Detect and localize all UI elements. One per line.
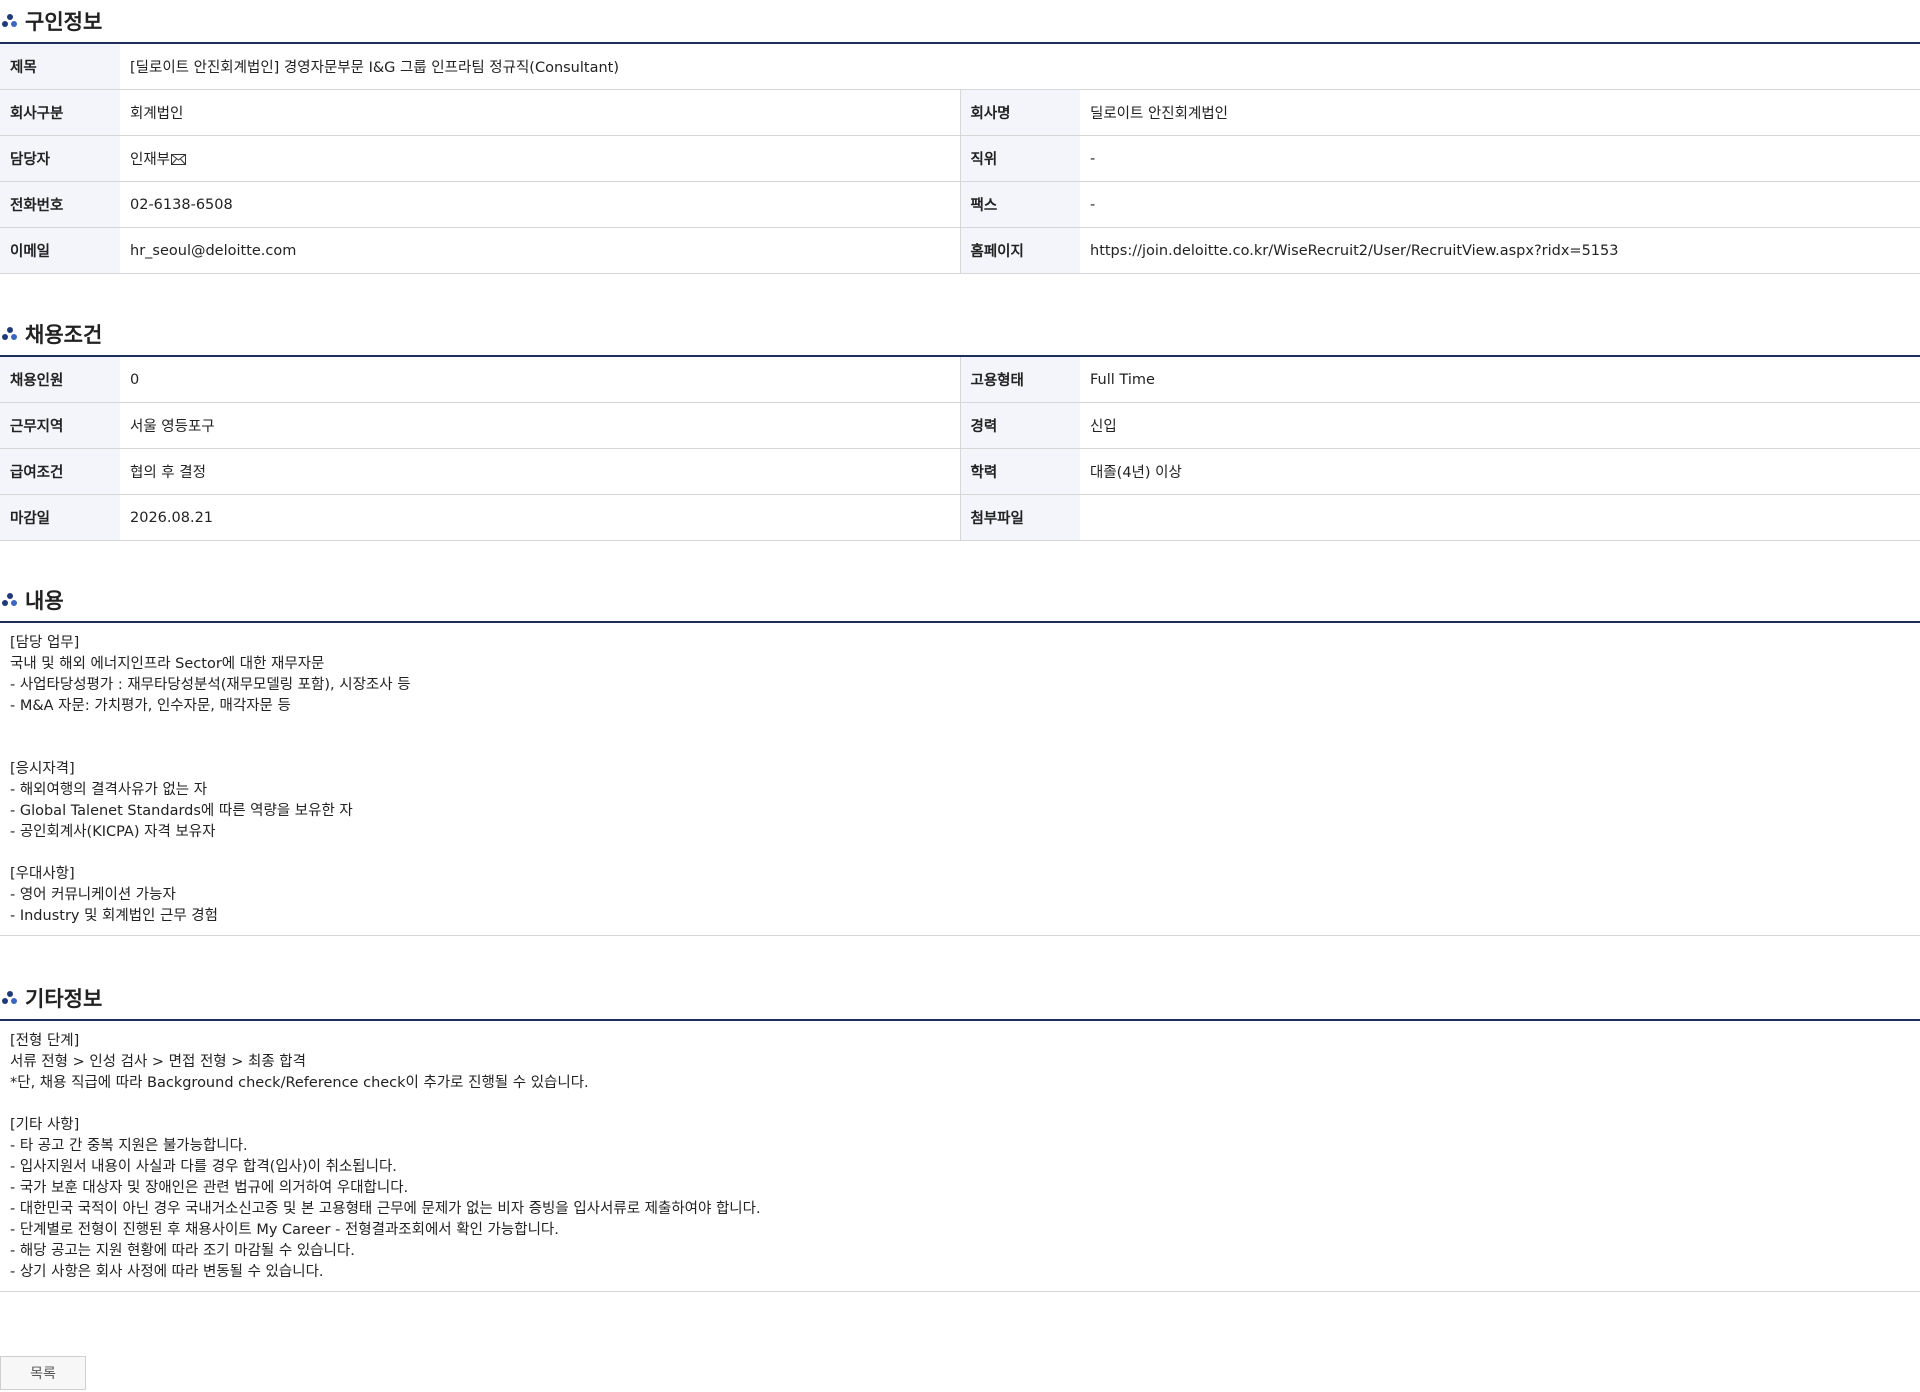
content-line: [담당 업무] [10, 635, 80, 651]
content-line: - 해외여행의 결격사유가 없는 자 [10, 782, 208, 798]
dots-bullet-icon [2, 14, 18, 28]
table-row: 채용인원 0 고용형태 Full Time [0, 357, 1920, 403]
contact-value: 인재부 [130, 152, 171, 168]
headcount-value: 0 [120, 357, 960, 403]
content-header: 내용 [0, 579, 1920, 623]
label-cell: 경력 [959, 402, 1080, 449]
content-line: - 사업타당성평가 : 재무타당성분석(재무모델링 포함), 시장조사 등 [10, 677, 411, 693]
deadline-value: 2026.08.21 [120, 494, 960, 541]
attachment-value [1080, 494, 1920, 541]
label-cell: 팩스 [959, 181, 1080, 228]
company-name-value: 딜로이트 안진회계법인 [1080, 89, 1920, 136]
etc-header: 기타정보 [0, 977, 1920, 1021]
table-row: 마감일 2026.08.21 첨부파일 [0, 494, 1920, 541]
conditions-header: 채용조건 [0, 313, 1920, 357]
education-value: 대졸(4년) 이상 [1080, 448, 1920, 495]
content-line: - M&A 자문: 가치평가, 인수자문, 매각자문 등 [10, 698, 291, 714]
etc-line: - 입사지원서 내용이 사실과 다를 경우 합격(입사)이 취소됩니다. [10, 1159, 397, 1175]
email-value: hr_seoul@deloitte.com [120, 227, 960, 274]
experience-value: 신입 [1080, 402, 1920, 449]
section-title: 내용 [25, 589, 64, 613]
section-title: 채용조건 [25, 323, 103, 347]
label-cell: 이메일 [0, 227, 120, 274]
table-row: 담당자 인재부 직위 - [0, 135, 1920, 182]
table-row: 이메일 hr_seoul@deloitte.com 홈페이지 https://j… [0, 227, 1920, 274]
fax-value: - [1080, 181, 1920, 228]
etc-line: [기타 사항] [10, 1117, 80, 1133]
etc-section: 기타정보 [전형 단계] 서류 전형 > 인성 검사 > 면접 전형 > 최종 … [0, 977, 1920, 1292]
label-cell: 직위 [959, 135, 1080, 182]
company-type-value: 회계법인 [120, 89, 960, 136]
section-title: 구인정보 [25, 10, 103, 34]
label-cell: 근무지역 [0, 402, 120, 449]
label-cell: 제목 [0, 44, 120, 90]
content-line: 국내 및 해외 에너지인프라 Sector에 대한 재무자문 [10, 656, 325, 672]
employment-type-value: Full Time [1080, 357, 1920, 403]
label-cell: 담당자 [0, 135, 120, 182]
list-button[interactable]: 목록 [0, 1356, 86, 1390]
label-cell: 학력 [959, 448, 1080, 495]
salary-value: 협의 후 결정 [120, 448, 960, 495]
etc-line: *단, 채용 직급에 따라 Background check/Reference… [10, 1075, 589, 1091]
etc-line: - 국가 보훈 대상자 및 장애인은 관련 법규에 의거하여 우대합니다. [10, 1180, 409, 1196]
content-body: [담당 업무] 국내 및 해외 에너지인프라 Sector에 대한 재무자문 -… [0, 623, 1920, 936]
label-cell: 마감일 [0, 494, 120, 541]
content-line [10, 843, 1910, 864]
table-row: 근무지역 서울 영등포구 경력 신입 [0, 402, 1920, 449]
dots-bullet-icon [2, 327, 18, 341]
etc-line [10, 1094, 1910, 1115]
dots-bullet-icon [2, 593, 18, 607]
label-cell: 급여조건 [0, 448, 120, 495]
recruit-info-section: 구인정보 제목 [딜로이트 안진회계법인] 경영자문부문 I&G 그룹 인프라팀… [0, 0, 1920, 274]
content-line [10, 738, 1910, 759]
label-cell: 전화번호 [0, 181, 120, 228]
section-title: 기타정보 [25, 987, 103, 1011]
etc-line: 서류 전형 > 인성 검사 > 면접 전형 > 최종 합격 [10, 1054, 306, 1070]
etc-body: [전형 단계] 서류 전형 > 인성 검사 > 면접 전형 > 최종 합격 *단… [0, 1021, 1920, 1292]
table-row: 제목 [딜로이트 안진회계법인] 경영자문부문 I&G 그룹 인프라팀 정규직(… [0, 44, 1920, 90]
mail-icon[interactable] [171, 153, 187, 165]
homepage-link[interactable]: https://join.deloitte.co.kr/WiseRecruit2… [1080, 227, 1920, 274]
contact-cell: 인재부 [120, 135, 960, 182]
label-cell: 첨부파일 [959, 494, 1080, 541]
table-row: 전화번호 02-6138-6508 팩스 - [0, 181, 1920, 228]
recruit-info-header: 구인정보 [0, 0, 1920, 44]
etc-line: - 타 공고 간 중복 지원은 불가능합니다. [10, 1138, 248, 1154]
location-value: 서울 영등포구 [120, 402, 960, 449]
recruit-info-table: 제목 [딜로이트 안진회계법인] 경영자문부문 I&G 그룹 인프라팀 정규직(… [0, 44, 1920, 274]
content-line: [응시자격] [10, 761, 75, 777]
content-line: - Industry 및 회계법인 근무 경험 [10, 908, 218, 924]
content-section: 내용 [담당 업무] 국내 및 해외 에너지인프라 Sector에 대한 재무자… [0, 579, 1920, 936]
etc-line: [전형 단계] [10, 1033, 80, 1049]
position-value: - [1080, 135, 1920, 182]
dots-bullet-icon [2, 991, 18, 1005]
etc-line: - 대한민국 국적이 아닌 경우 국내거소신고증 및 본 고용형태 근무에 문제… [10, 1201, 761, 1217]
content-line: - 영어 커뮤니케이션 가능자 [10, 887, 176, 903]
label-cell: 채용인원 [0, 357, 120, 403]
content-line: - Global Talenet Standards에 따른 역량을 보유한 자 [10, 803, 353, 819]
content-line: - 공인회계사(KICPA) 자격 보유자 [10, 824, 216, 840]
phone-value: 02-6138-6508 [120, 181, 960, 228]
content-line [10, 717, 1910, 738]
label-cell: 홈페이지 [959, 227, 1080, 274]
table-row: 회사구분 회계법인 회사명 딜로이트 안진회계법인 [0, 89, 1920, 136]
conditions-table: 채용인원 0 고용형태 Full Time 근무지역 서울 영등포구 경력 신입… [0, 357, 1920, 541]
job-title-value: [딜로이트 안진회계법인] 경영자문부문 I&G 그룹 인프라팀 정규직(Con… [120, 44, 1920, 90]
label-cell: 고용형태 [959, 357, 1080, 403]
etc-line: - 단계별로 전형이 진행된 후 채용사이트 My Career - 전형결과조… [10, 1222, 559, 1238]
label-cell: 회사구분 [0, 89, 120, 136]
etc-line: - 해당 공고는 지원 현황에 따라 조기 마감될 수 있습니다. [10, 1243, 355, 1259]
label-cell: 회사명 [959, 89, 1080, 136]
table-row: 급여조건 협의 후 결정 학력 대졸(4년) 이상 [0, 448, 1920, 495]
etc-line: - 상기 사항은 회사 사정에 따라 변동될 수 있습니다. [10, 1264, 324, 1280]
conditions-section: 채용조건 채용인원 0 고용형태 Full Time 근무지역 서울 영등포구 … [0, 313, 1920, 541]
content-line: [우대사항] [10, 866, 75, 882]
